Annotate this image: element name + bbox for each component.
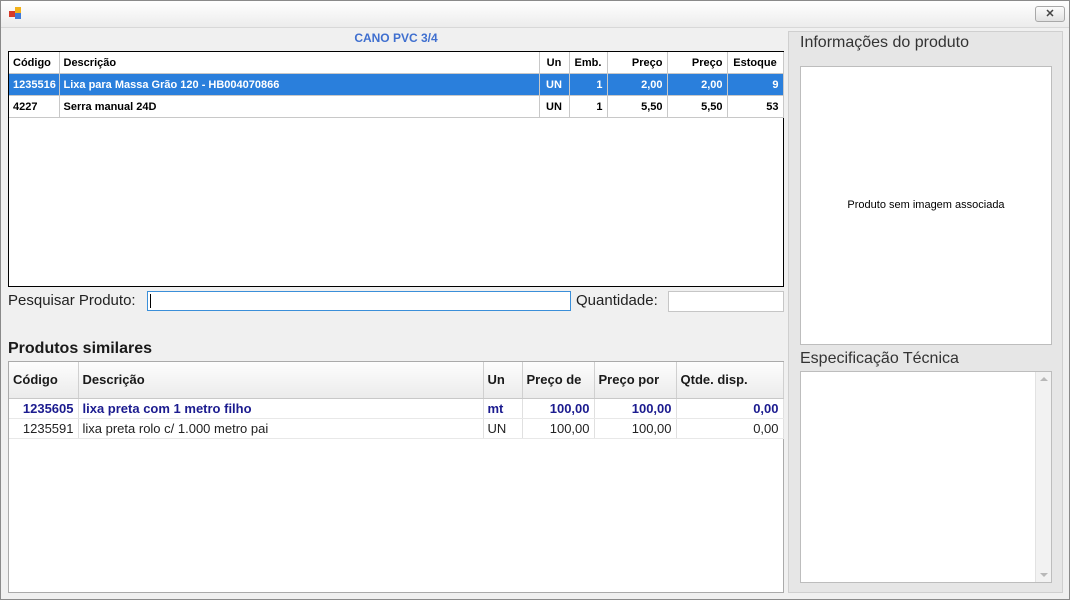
- column-header-un[interactable]: Un: [483, 362, 523, 399]
- column-header-preco-2[interactable]: Preço: [667, 52, 728, 74]
- column-header-preco-por[interactable]: Preço por: [594, 362, 677, 399]
- column-header-preco[interactable]: Preço: [607, 52, 668, 74]
- similar-products-title: Produtos similares: [8, 340, 153, 357]
- cell-estoque: 53: [727, 95, 784, 118]
- quantity-label: Quantidade:: [576, 292, 658, 309]
- column-header-emb[interactable]: Emb.: [569, 52, 608, 74]
- cell-descricao: Serra manual 24D: [59, 95, 540, 118]
- product-image-box: Produto sem imagem associada: [800, 66, 1052, 345]
- cell-codigo: 1235605: [9, 398, 79, 419]
- cell-codigo: 1235516: [9, 73, 60, 96]
- column-header-qtde-disp[interactable]: Qtde. disp.: [676, 362, 784, 399]
- column-header-preco-de[interactable]: Preço de: [522, 362, 595, 399]
- cell-un: UN: [483, 418, 523, 439]
- cell-qtde: 0,00: [676, 398, 784, 419]
- no-image-text: Produto sem imagem associada: [847, 199, 1005, 211]
- cell-preco-2: 2,00: [667, 73, 728, 96]
- column-header-descricao[interactable]: Descrição: [59, 52, 540, 74]
- column-header-un[interactable]: Un: [539, 52, 570, 74]
- search-label: Pesquisar Produto:: [8, 292, 136, 309]
- cell-codigo: 4227: [9, 95, 60, 118]
- cell-descricao: Lixa para Massa Grão 120 - HB004070866: [59, 73, 540, 96]
- product-info-title: Informações do produto: [800, 34, 969, 51]
- search-input[interactable]: [147, 291, 571, 311]
- cell-preco-por: 100,00: [594, 418, 677, 439]
- cell-preco-de: 100,00: [522, 398, 595, 419]
- cell-preco: 2,00: [607, 73, 668, 96]
- cell-preco: 5,50: [607, 95, 668, 118]
- cell-qtde: 0,00: [676, 418, 784, 439]
- cell-un: UN: [539, 73, 570, 96]
- cell-un: UN: [539, 95, 570, 118]
- table-row[interactable]: 4227 Serra manual 24D UN 1 5,50 5,50 53: [9, 95, 784, 118]
- vertical-scrollbar[interactable]: [1035, 372, 1051, 582]
- text-caret: [150, 294, 151, 308]
- table-row[interactable]: 1235605 lixa preta com 1 metro filho mt …: [9, 398, 784, 419]
- cell-preco-2: 5,50: [667, 95, 728, 118]
- scroll-down-icon[interactable]: [1040, 573, 1048, 577]
- column-header-estoque[interactable]: Estoque: [727, 52, 784, 74]
- column-header-descricao[interactable]: Descrição: [78, 362, 484, 399]
- cell-preco-por: 100,00: [594, 398, 677, 419]
- results-grid[interactable]: Código Descrição Un Emb. Preço Preço Est…: [8, 51, 784, 287]
- main-window: ✕ CANO PVC 3/4 Código Descrição Un Emb. …: [0, 0, 1070, 600]
- cell-emb: 1: [569, 95, 608, 118]
- similar-products-grid[interactable]: Código Descrição Un Preço de Preço por Q…: [8, 361, 784, 593]
- column-header-codigo[interactable]: Código: [9, 362, 79, 399]
- cell-un: mt: [483, 398, 523, 419]
- cell-estoque: 9: [727, 73, 784, 96]
- technical-spec-textarea[interactable]: [800, 371, 1052, 583]
- app-icon: [9, 7, 21, 19]
- cell-codigo: 1235591: [9, 418, 79, 439]
- cell-descricao: lixa preta rolo c/ 1.000 metro pai: [78, 418, 484, 439]
- scroll-up-icon[interactable]: [1040, 377, 1048, 381]
- table-row[interactable]: 1235591 lixa preta rolo c/ 1.000 metro p…: [9, 418, 784, 439]
- cell-preco-de: 100,00: [522, 418, 595, 439]
- title-bar: ✕: [1, 1, 1069, 28]
- close-button[interactable]: ✕: [1035, 6, 1065, 22]
- cell-descricao: lixa preta com 1 metro filho: [78, 398, 484, 419]
- column-header-codigo[interactable]: Código: [9, 52, 60, 74]
- cell-emb: 1: [569, 73, 608, 96]
- product-title: CANO PVC 3/4: [354, 31, 438, 45]
- table-row[interactable]: 1235516 Lixa para Massa Grão 120 - HB004…: [9, 73, 784, 96]
- quantity-input[interactable]: [668, 291, 784, 312]
- technical-spec-title: Especificação Técnica: [800, 350, 959, 367]
